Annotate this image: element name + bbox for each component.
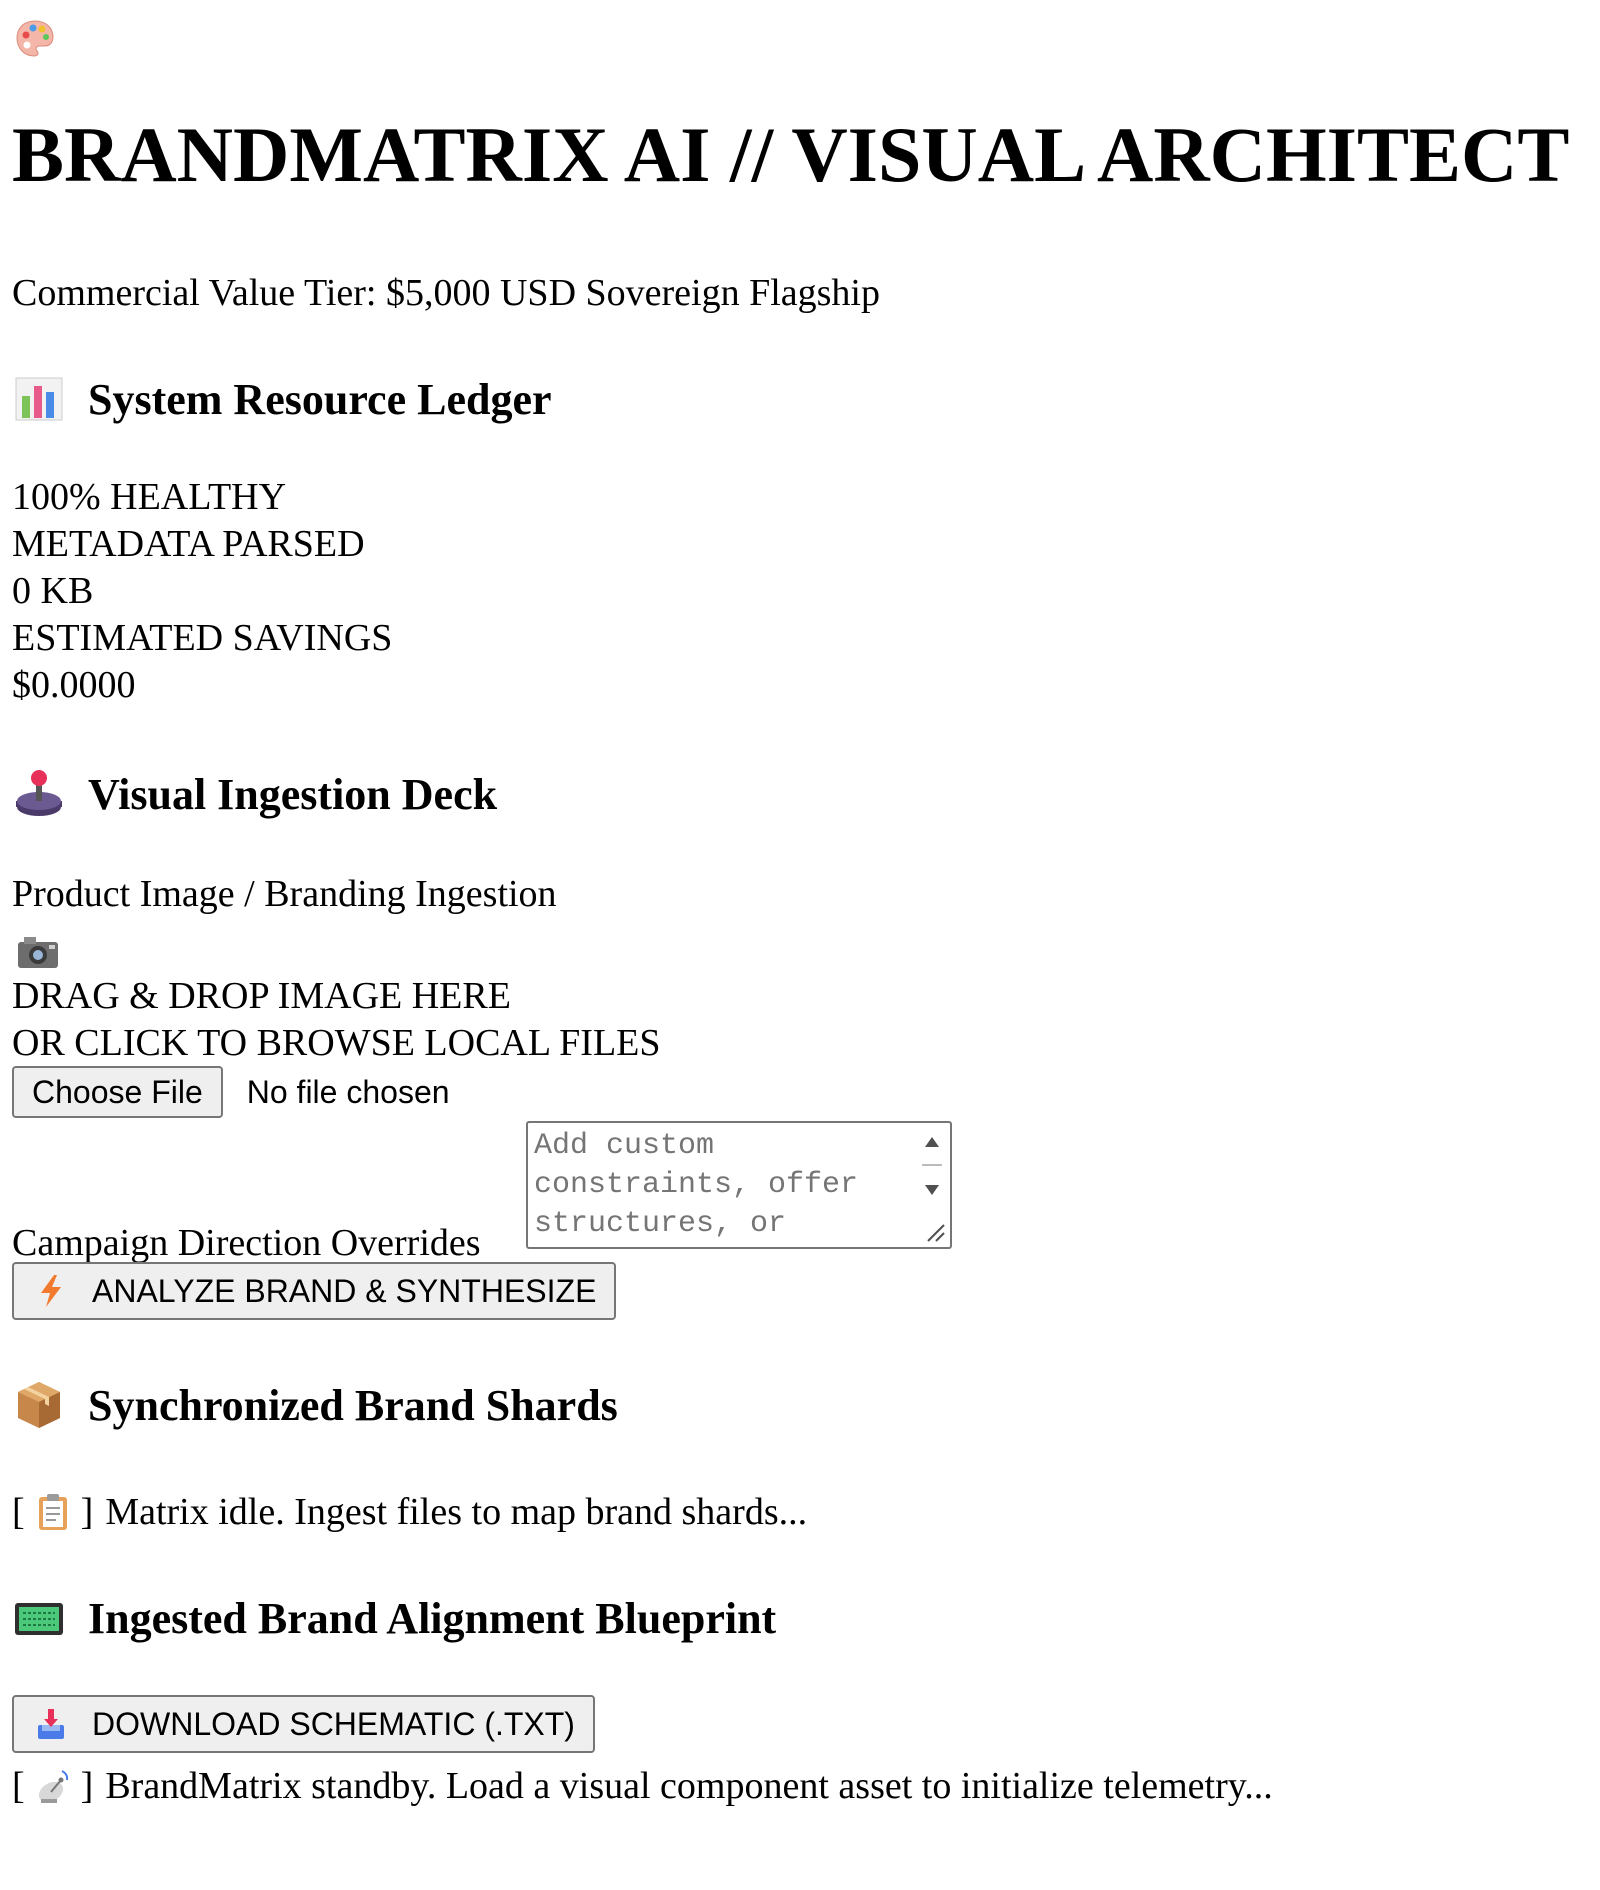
resource-ledger: 100% HEALTHY METADATA PARSED 0 KB ESTIMA… — [12, 474, 392, 709]
blueprint-heading-text: Ingested Brand Alignment Blueprint — [88, 1593, 777, 1643]
overrides-textarea-wrapper — [526, 1121, 952, 1249]
bar-chart-icon — [15, 377, 63, 421]
bracket-open: [ — [12, 1765, 25, 1807]
package-icon — [18, 1382, 60, 1428]
savings-value: $0.0000 — [12, 664, 136, 706]
overrides-textarea[interactable] — [528, 1123, 918, 1247]
page-title: BRANDMATRIX AI // VISUAL ARCHITECT — [12, 116, 1570, 194]
health-status: 100% HEALTHY — [12, 476, 287, 518]
ingestion-heading: Visual Ingestion Deck — [12, 767, 497, 821]
choose-file-button[interactable]: Choose File — [12, 1066, 223, 1118]
blueprint-status-line: [ ] BrandMatrix standby. Load a visual c… — [12, 1764, 1273, 1808]
ingestion-field-label: Product Image / Branding Ingestion — [12, 873, 557, 915]
clipboard-icon — [38, 1494, 67, 1530]
blueprint-status-text: BrandMatrix standby. Load a visual compo… — [105, 1765, 1273, 1807]
joystick-icon — [16, 770, 62, 816]
shards-heading-text: Synchronized Brand Shards — [88, 1380, 618, 1430]
ledger-heading: System Resource Ledger — [12, 372, 552, 426]
shards-status-text: Matrix idle. Ingest files to map brand s… — [105, 1491, 808, 1533]
satellite-icon — [38, 1770, 68, 1803]
inbox-tray-icon — [38, 1709, 64, 1739]
analyze-button-label: ANALYZE BRAND & SYNTHESIZE — [92, 1272, 597, 1309]
analyze-button[interactable]: ANALYZE BRAND & SYNTHESIZE — [12, 1262, 617, 1320]
overrides-label: Campaign Direction Overrides — [12, 1222, 481, 1264]
bracket-open: [ — [12, 1491, 25, 1533]
blueprint-heading: Ingested Brand Alignment Blueprint — [12, 1591, 776, 1645]
palette-icon — [16, 20, 54, 57]
bracket-close: ] — [80, 1765, 94, 1807]
shards-heading: Synchronized Brand Shards — [12, 1378, 618, 1432]
file-input: Choose File No file chosen — [12, 1066, 450, 1118]
savings-label: ESTIMATED SAVINGS — [12, 617, 393, 659]
download-button-label: DOWNLOAD SCHEMATIC (.TXT) — [92, 1705, 575, 1742]
download-schematic-button[interactable]: DOWNLOAD SCHEMATIC (.TXT) — [12, 1695, 595, 1753]
shards-status-line: [ ] Matrix idle. Ingest files to map bra… — [12, 1490, 807, 1534]
metadata-label: METADATA PARSED — [12, 523, 365, 565]
ingestion-heading-text: Visual Ingestion Deck — [88, 769, 498, 819]
bracket-close: ] — [80, 1491, 94, 1533]
camera-icon[interactable] — [16, 934, 60, 970]
drop-zone-line1[interactable]: DRAG & DROP IMAGE HERE — [12, 977, 511, 1015]
textarea-scrollbar[interactable] — [914, 1123, 950, 1247]
metadata-value: 0 KB — [12, 570, 94, 612]
value-tier-subtitle: Commercial Value Tier: $5,000 USD Sovere… — [12, 272, 880, 314]
terminal-icon — [15, 1603, 63, 1635]
drop-zone-line2[interactable]: OR CLICK TO BROWSE LOCAL FILES — [12, 1024, 661, 1062]
lightning-icon — [41, 1275, 61, 1307]
ledger-heading-text: System Resource Ledger — [88, 374, 552, 424]
file-status-text: No file chosen — [246, 1073, 450, 1110]
